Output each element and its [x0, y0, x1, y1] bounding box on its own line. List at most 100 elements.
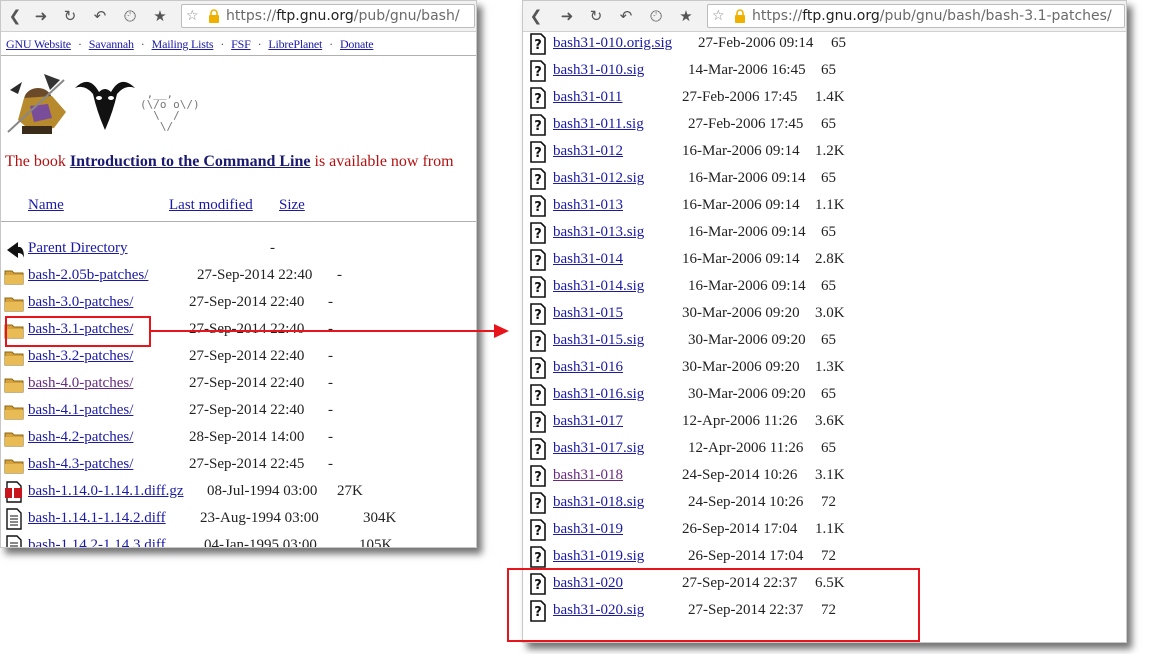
- unknown-file-icon: ?: [530, 384, 546, 406]
- nav-link[interactable]: FSF: [231, 37, 251, 51]
- table-row: ? bash31-014 16-Mar-2006 09:14 2.8K: [528, 246, 1118, 273]
- address-bar[interactable]: ☆ https://ftp.gnu.org/pub/gnu/bash/bash-…: [707, 4, 1125, 28]
- table-row: bash-4.0-patches/27-Sep-2014 22:40 -: [4, 370, 474, 397]
- patch-file-link[interactable]: bash31-016: [553, 359, 623, 376]
- svg-text:?: ?: [534, 605, 542, 620]
- patch-file-link[interactable]: bash31-010.sig: [553, 62, 644, 79]
- unknown-file-icon: ?: [530, 546, 546, 568]
- patch-file-link[interactable]: bash31-011: [553, 89, 622, 106]
- svg-text:?: ?: [534, 308, 542, 323]
- patch-file-link[interactable]: bash31-011.sig: [553, 116, 644, 133]
- parent-directory-link[interactable]: Parent Directory: [28, 240, 128, 257]
- nav-link[interactable]: LibrePlanet: [268, 37, 322, 51]
- bookmark-page-icon[interactable]: ☆: [712, 5, 725, 27]
- file-link[interactable]: bash-4.2-patches/: [28, 429, 133, 446]
- modified-date: 16-Mar-2006 09:14: [688, 278, 806, 294]
- modified-date: 12-Apr-2006 11:26: [682, 413, 798, 429]
- file-size: 65: [821, 332, 836, 348]
- patch-file-link[interactable]: bash31-020.sig: [553, 602, 644, 619]
- undo-close-tab-icon[interactable]: ↶: [614, 4, 638, 28]
- sort-by-size-link[interactable]: Size: [279, 197, 305, 214]
- svg-text:?: ?: [534, 227, 542, 242]
- patch-file-link[interactable]: bash31-013: [553, 197, 623, 214]
- file-link[interactable]: bash-3.0-patches/: [28, 294, 133, 311]
- unknown-file-icon: ?: [530, 330, 546, 352]
- patch-file-link[interactable]: bash31-016.sig: [553, 386, 644, 403]
- nav-link[interactable]: Mailing Lists: [152, 37, 214, 51]
- file-size: 65: [821, 116, 836, 132]
- patch-file-link[interactable]: bash31-014.sig: [553, 278, 644, 295]
- file-link[interactable]: bash-1.14.1-1.14.2.diff: [28, 510, 166, 527]
- reload-button[interactable]: ↻: [584, 4, 608, 28]
- book-suffix-text: is available now from: [310, 153, 454, 170]
- bookmark-page-icon[interactable]: ☆: [186, 5, 199, 27]
- file-link[interactable]: bash-3.1-patches/: [28, 321, 133, 338]
- file-link[interactable]: bash-1.14.0-1.14.1.diff.gz: [28, 483, 184, 500]
- table-row: bash-1.14.0-1.14.1.diff.gz 08-Jul-1994 03…: [4, 478, 474, 505]
- file-size: 72: [821, 494, 836, 510]
- file-size: 65: [821, 170, 836, 186]
- history-clock-icon[interactable]: 🕘︎: [118, 4, 142, 28]
- modified-date: 27-Sep-2014 22:40: [197, 267, 313, 283]
- bookmark-star-icon[interactable]: ★: [674, 4, 698, 28]
- file-link[interactable]: bash-1.14.2-1.14.3.diff: [28, 537, 166, 547]
- svg-text:?: ?: [534, 362, 542, 377]
- patch-file-link[interactable]: bash31-018.sig: [553, 494, 644, 511]
- file-size: 72: [821, 548, 836, 564]
- patch-file-link[interactable]: bash31-017.sig: [553, 440, 644, 457]
- folder-icon: [4, 270, 24, 285]
- patch-file-link[interactable]: bash31-013.sig: [553, 224, 644, 241]
- history-clock-icon[interactable]: 🕘︎: [644, 4, 668, 28]
- sort-by-name-link[interactable]: Name: [28, 197, 64, 214]
- forward-button[interactable]: ➜: [29, 4, 53, 28]
- file-link[interactable]: bash-3.2-patches/: [28, 348, 133, 365]
- nav-link[interactable]: Donate: [340, 37, 374, 51]
- file-size: 105K: [359, 537, 393, 548]
- forward-button[interactable]: ➜: [555, 4, 579, 28]
- address-bar[interactable]: ☆ https://ftp.gnu.org/pub/gnu/bash/: [181, 4, 475, 28]
- reload-button[interactable]: ↻: [58, 4, 82, 28]
- patch-file-link[interactable]: bash31-012.sig: [553, 170, 644, 187]
- sort-by-modified-link[interactable]: Last modified: [169, 197, 253, 214]
- file-link[interactable]: bash-2.05b-patches/: [28, 267, 148, 284]
- file-size: 65: [821, 278, 836, 294]
- file-link[interactable]: bash-4.3-patches/: [28, 456, 133, 473]
- file-link[interactable]: bash-4.0-patches/: [28, 375, 133, 392]
- patch-file-link[interactable]: bash31-015.sig: [553, 332, 644, 349]
- modified-date: 30-Mar-2006 09:20: [688, 386, 806, 402]
- modified-date: 08-Jul-1994 03:00: [207, 483, 318, 499]
- patch-file-link[interactable]: bash31-018: [553, 467, 623, 484]
- bookmark-star-icon[interactable]: ★: [148, 4, 172, 28]
- undo-close-tab-icon[interactable]: ↶: [88, 4, 112, 28]
- divider: [1, 55, 476, 56]
- patch-file-link[interactable]: bash31-020: [553, 575, 623, 592]
- unknown-file-icon: ?: [530, 141, 546, 163]
- nav-separator: ·: [329, 37, 333, 51]
- svg-text:?: ?: [534, 524, 542, 539]
- patch-file-link[interactable]: bash31-012: [553, 143, 623, 160]
- patch-file-link[interactable]: bash31-015: [553, 305, 623, 322]
- back-button[interactable]: ❮: [3, 4, 27, 28]
- patch-file-link[interactable]: bash31-019.sig: [553, 548, 644, 565]
- unknown-file-icon: ?: [530, 438, 546, 460]
- page-content: GNU Website · Savannah · Mailing Lists · FSF · L…: [1, 32, 476, 547]
- unknown-file-icon: ?: [530, 492, 546, 514]
- file-link[interactable]: bash-4.1-patches/: [28, 402, 133, 419]
- table-row: ? bash31-012.sig 16-Mar-2006 09:14 65: [528, 165, 1118, 192]
- svg-text:?: ?: [534, 146, 542, 161]
- patch-file-link[interactable]: bash31-010.orig.sig: [553, 35, 672, 52]
- nav-link[interactable]: Savannah: [89, 37, 134, 51]
- patch-file-link[interactable]: bash31-017: [553, 413, 623, 430]
- patch-file-link[interactable]: bash31-019: [553, 521, 623, 538]
- file-size: 72: [821, 602, 836, 618]
- nav-link[interactable]: GNU Website: [6, 37, 71, 51]
- modified-date: 12-Apr-2006 11:26: [688, 440, 804, 456]
- modified-date: 27-Sep-2014 22:40: [189, 402, 305, 418]
- patch-file-link[interactable]: bash31-014: [553, 251, 623, 268]
- file-size: 65: [821, 440, 836, 456]
- back-button[interactable]: ❮: [524, 4, 548, 28]
- right-browser-window: ❮ ➜ ↻ ↶ 🕘︎ ★ ☆ https://ftp.gnu.org/pub/g…: [522, 0, 1127, 643]
- book-link[interactable]: Introduction to the Command Line: [70, 153, 311, 170]
- svg-text:?: ?: [534, 254, 542, 269]
- table-row: ? bash31-013 16-Mar-2006 09:14 1.1K: [528, 192, 1118, 219]
